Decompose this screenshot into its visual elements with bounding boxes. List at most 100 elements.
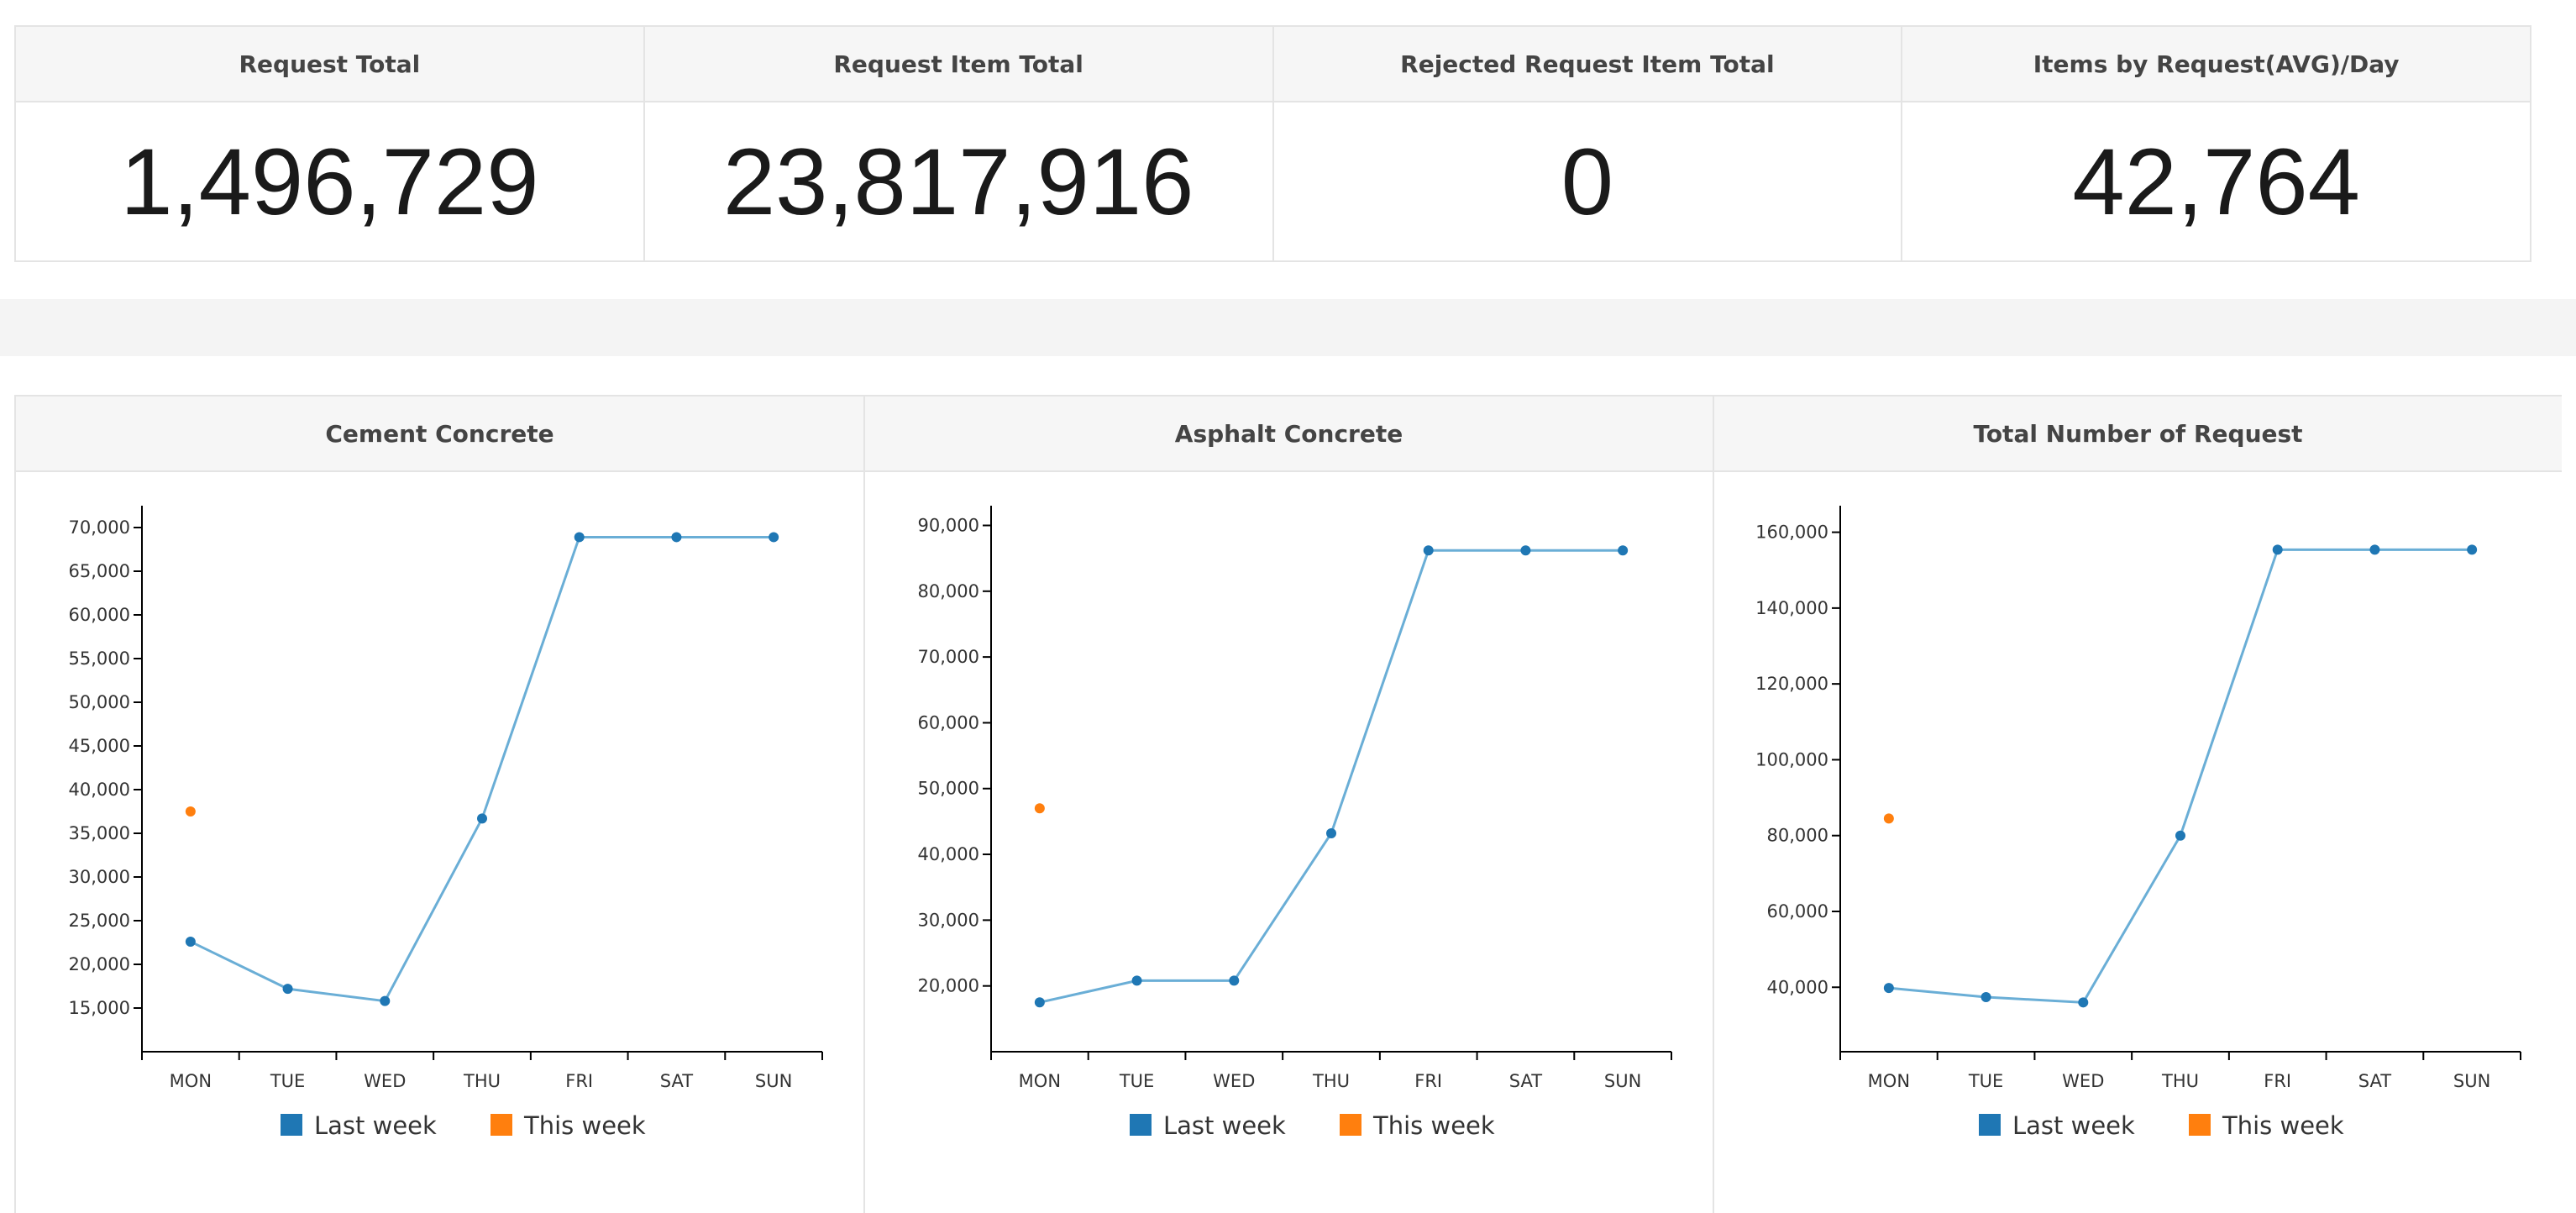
chart-body: 20,000 30,000 40,000 50,000 60,000 70,000 80,0… [865, 472, 1713, 1213]
data-point-last-week [2272, 544, 2283, 555]
y-tick-label: 60,000 [918, 712, 979, 733]
legend-label-this-week: This week [1372, 1111, 1495, 1140]
legend-swatch-this-week [491, 1114, 512, 1136]
data-point-last-week [671, 532, 682, 543]
chart-panel-cement-concrete: Cement Concrete 15,000 20,000 25,000 30,000… [16, 396, 865, 1213]
x-tick-label: MON [170, 1071, 212, 1091]
data-point-last-week [574, 532, 585, 543]
data-point-this-week [185, 806, 196, 817]
data-point-last-week [1520, 545, 1531, 556]
stat-value: 23,817,916 [722, 129, 1194, 234]
y-tick-label: 65,000 [69, 561, 130, 581]
data-point-last-week [2078, 997, 2089, 1008]
data-point-last-week [2175, 830, 2185, 841]
legend-label-last-week: Last week [314, 1111, 437, 1140]
x-tick-label: WED [364, 1071, 406, 1091]
x-tick-label: SUN [1604, 1071, 1641, 1091]
stat-card-request-total: Request Total 1,496,729 [16, 27, 645, 260]
data-point-last-week [185, 936, 196, 947]
stat-card-request-item-total: Request Item Total 23,817,916 [644, 27, 1274, 260]
stats-row: Request Total 1,496,729 Request Item Tot… [14, 25, 2531, 262]
x-tick-label: THU [1312, 1071, 1350, 1091]
x-tick-label: SAT [660, 1071, 693, 1091]
x-tick-label: SUN [755, 1071, 792, 1091]
y-tick-label: 40,000 [69, 780, 130, 800]
y-tick-label: 140,000 [1755, 598, 1828, 618]
y-tick-label: 15,000 [69, 998, 130, 1018]
charts-row: Cement Concrete 15,000 20,000 25,000 30,000… [14, 395, 2562, 1213]
y-tick-label: 80,000 [1767, 826, 1828, 846]
y-tick-label: 30,000 [918, 910, 979, 930]
y-tick-label: 120,000 [1755, 674, 1828, 694]
x-tick-label: SUN [2453, 1071, 2490, 1091]
y-tick-label: 55,000 [69, 649, 130, 669]
x-tick-label: SAT [2358, 1071, 2391, 1091]
data-point-last-week [1981, 992, 1991, 1002]
y-tick-label: 60,000 [1767, 901, 1828, 922]
y-tick-label: 45,000 [69, 736, 130, 756]
line-chart-cement-concrete: 15,000 20,000 25,000 30,000 35,000 40,000 45,0… [69, 506, 823, 1140]
x-tick-label: FRI [565, 1071, 593, 1091]
stat-value: 0 [1561, 129, 1614, 234]
chart-panel-asphalt-concrete: Asphalt Concrete 20,000 30,000 40,000 50,00… [865, 396, 1714, 1213]
chart-panel-total-number-of-request: Total Number of Request 40,000 60,000 80,0… [1714, 396, 2562, 1213]
data-point-last-week [1326, 828, 1336, 838]
data-point-this-week [1034, 803, 1045, 814]
stat-value: 1,496,729 [120, 129, 539, 234]
x-tick-label: FRI [1414, 1071, 1442, 1091]
y-tick-label: 160,000 [1755, 522, 1828, 543]
x-tick-label: THU [2161, 1071, 2199, 1091]
y-tick-label: 20,000 [69, 954, 130, 974]
x-tick-label: SAT [1509, 1071, 1542, 1091]
data-point-last-week [2467, 544, 2478, 555]
stat-label: Items by Request(AVG)/Day [1902, 27, 2530, 102]
data-point-last-week [1423, 545, 1434, 556]
data-point-last-week [282, 984, 293, 995]
data-point-last-week [1229, 975, 1240, 986]
data-point-last-week [769, 532, 779, 543]
y-tick-label: 80,000 [918, 581, 979, 601]
x-tick-label: THU [463, 1071, 501, 1091]
series-line-last-week [1039, 549, 1624, 1004]
stat-card-items-by-request-avg-day: Items by Request(AVG)/Day 42,764 [1902, 27, 2530, 260]
x-tick-label: MON [1019, 1071, 1061, 1091]
legend-swatch-last-week [1979, 1114, 2001, 1136]
stat-label: Request Total [16, 27, 643, 102]
chart-title: Total Number of Request [1714, 396, 2562, 472]
chart-title: Asphalt Concrete [865, 396, 1713, 472]
stat-label: Request Item Total [644, 27, 1272, 102]
y-tick-label: 25,000 [69, 911, 130, 931]
y-tick-label: 50,000 [69, 692, 130, 712]
legend-swatch-this-week [2189, 1114, 2211, 1136]
chart-body: 40,000 60,000 80,000 100,000 120,000 140,000 1… [1714, 472, 2562, 1213]
legend-swatch-last-week [1130, 1114, 1152, 1136]
data-point-last-week [1034, 997, 1045, 1008]
series-line-last-week [1888, 548, 2473, 1004]
x-tick-label: WED [2062, 1071, 2104, 1091]
legend-label-this-week: This week [523, 1111, 646, 1140]
chart-title: Cement Concrete [16, 396, 863, 472]
stat-card-rejected-request-item-total: Rejected Request Item Total 0 [1273, 27, 1903, 260]
legend-label-last-week: Last week [1163, 1111, 1286, 1140]
y-tick-label: 90,000 [918, 515, 979, 535]
data-point-last-week [1131, 975, 1142, 986]
line-chart-asphalt-concrete: 20,000 30,000 40,000 50,000 60,000 70,000 80,0… [918, 506, 1672, 1140]
stat-value: 42,764 [2072, 129, 2360, 234]
chart-body: 15,000 20,000 25,000 30,000 35,000 40,000 45,0… [16, 472, 863, 1213]
x-tick-label: WED [1213, 1071, 1255, 1091]
x-tick-label: TUE [1968, 1071, 2003, 1091]
y-tick-label: 35,000 [69, 823, 130, 843]
y-tick-label: 70,000 [69, 517, 130, 538]
data-point-last-week [477, 813, 487, 824]
line-chart-total-number-of-request: 40,000 60,000 80,000 100,000 120,000 140,000 1… [1755, 506, 2521, 1140]
x-tick-label: TUE [1119, 1071, 1154, 1091]
legend-label-last-week: Last week [2012, 1111, 2135, 1140]
data-point-last-week [1883, 983, 1894, 994]
y-tick-label: 40,000 [1767, 977, 1828, 997]
series-line-last-week [190, 535, 774, 1003]
y-tick-label: 40,000 [918, 844, 979, 864]
legend-swatch-this-week [1340, 1114, 1361, 1136]
y-tick-label: 30,000 [69, 867, 130, 887]
legend-label-this-week: This week [2222, 1111, 2344, 1140]
y-tick-label: 70,000 [918, 647, 979, 667]
